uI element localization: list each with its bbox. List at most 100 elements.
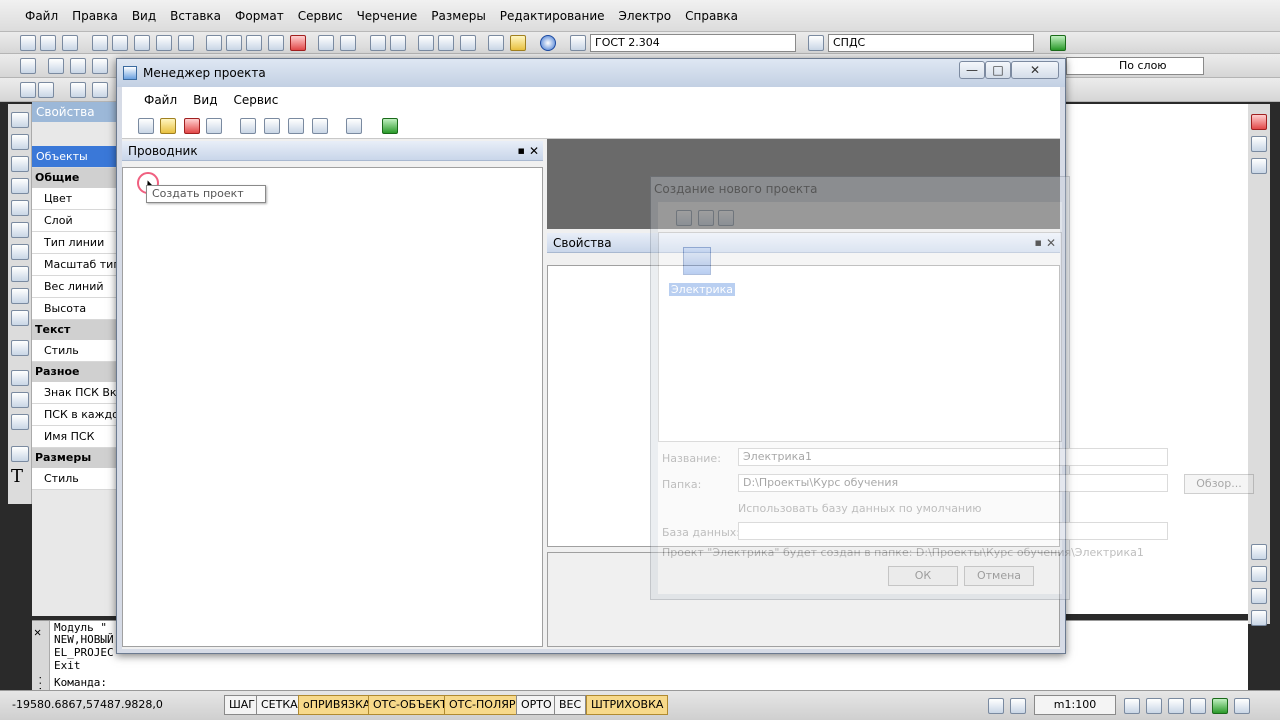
tool-palette-icon[interactable] (70, 82, 86, 98)
db-input[interactable] (738, 522, 1168, 540)
polyline-icon[interactable] (11, 156, 29, 172)
menu-insert[interactable]: Вставка (163, 0, 228, 32)
zoom-prev-icon[interactable] (438, 35, 454, 51)
close-button[interactable]: ✕ (1011, 61, 1059, 79)
delete-icon[interactable] (290, 35, 306, 51)
maximize-button[interactable]: □ (985, 61, 1011, 79)
save-icon[interactable] (62, 35, 78, 51)
settings-icon[interactable] (346, 118, 362, 134)
menu-dimensions[interactable]: Размеры (424, 0, 493, 32)
annotation-icon[interactable] (1124, 698, 1140, 714)
pm-menu-file[interactable]: Файл (136, 93, 185, 107)
copy-object-icon[interactable] (1251, 136, 1267, 152)
table-icon[interactable] (11, 446, 29, 462)
lineweight-combo[interactable]: По слою (1066, 57, 1204, 75)
text-icon[interactable]: T (11, 466, 29, 487)
list-view-icon[interactable] (698, 210, 714, 226)
status-snap[interactable]: ШАГ (224, 695, 260, 715)
cut-icon[interactable] (206, 35, 222, 51)
print-icon[interactable] (92, 35, 108, 51)
menu-draw[interactable]: Черчение (350, 0, 425, 32)
refresh-icon[interactable] (1212, 698, 1228, 714)
name-input[interactable]: Электрика1 (738, 448, 1168, 466)
close-icon[interactable]: ✕ (34, 625, 41, 639)
prop-layer[interactable]: Слой (32, 210, 118, 232)
pin-icon[interactable]: ▪ (518, 141, 525, 161)
status-lineweight[interactable]: ВЕС (554, 695, 587, 715)
print-project-icon[interactable] (288, 118, 304, 134)
status-otrack-object[interactable]: ОТС-ОБЪЕКТ (368, 695, 452, 715)
browse-button[interactable]: Обзор... (1184, 474, 1254, 494)
spline-icon[interactable] (11, 288, 29, 304)
zoom-icon[interactable] (390, 35, 406, 51)
zoom-status-icon[interactable] (1146, 698, 1162, 714)
model-icon[interactable] (988, 698, 1004, 714)
prop-ucs-icon[interactable]: Знак ПСК Вкл (32, 382, 118, 404)
category-general[interactable]: Общие (32, 168, 118, 188)
hatch-icon[interactable] (11, 414, 29, 430)
cloud-icon[interactable] (11, 266, 29, 282)
open-project-icon[interactable] (160, 118, 176, 134)
zoom-window-icon[interactable] (418, 35, 434, 51)
menu-help[interactable]: Справка (678, 0, 745, 32)
stretch-icon[interactable] (1251, 610, 1267, 626)
new-icon[interactable] (20, 35, 36, 51)
save-project-icon[interactable] (206, 118, 222, 134)
path-input[interactable]: D:\Проекты\Курс обучения (738, 474, 1168, 492)
dim-style-icon[interactable] (808, 35, 824, 51)
electro-icon[interactable] (1050, 35, 1066, 51)
category-misc[interactable]: Разное (32, 362, 118, 382)
template-item[interactable]: Электрика (669, 283, 736, 296)
ellipse-icon[interactable] (11, 310, 29, 326)
prop-text-style[interactable]: Стиль (32, 340, 118, 362)
default-db-checkbox[interactable]: Использовать базу данных по умолчанию (738, 502, 982, 515)
menu-file[interactable]: Файл (18, 0, 65, 32)
undo-icon[interactable] (318, 35, 334, 51)
paste-icon[interactable] (246, 35, 262, 51)
status-osnap[interactable]: оПРИВЯЗКА (298, 695, 376, 715)
details-view-icon[interactable] (718, 210, 734, 226)
no-icon[interactable] (92, 58, 108, 74)
command-prompt[interactable]: Команда: (54, 676, 107, 689)
ucs-icon[interactable] (48, 58, 64, 74)
menu-format[interactable]: Формат (228, 0, 291, 32)
close-project-icon[interactable] (184, 118, 200, 134)
xline-icon[interactable] (11, 134, 29, 150)
text-style-combo[interactable]: ГОСТ 2.304 (590, 34, 796, 52)
pan-icon[interactable] (370, 35, 386, 51)
prop-ltscale[interactable]: Масштаб типа (32, 254, 118, 276)
menu-edit[interactable]: Правка (65, 0, 125, 32)
prop-lineweight[interactable]: Вес линий (32, 276, 118, 298)
template-icon[interactable] (683, 247, 711, 275)
copy-icon[interactable] (226, 35, 242, 51)
minimize-button[interactable]: — (959, 61, 985, 79)
window-status-icon[interactable] (1168, 698, 1184, 714)
add-icon[interactable] (382, 118, 398, 134)
menu-tools[interactable]: Сервис (291, 0, 350, 32)
new-project-icon[interactable] (138, 118, 154, 134)
close-icon[interactable]: ✕ (529, 141, 539, 161)
props-icon[interactable] (20, 82, 36, 98)
template-list[interactable]: Электрика (658, 232, 1062, 442)
menu-view[interactable]: Вид (125, 0, 163, 32)
mirror-icon[interactable] (1251, 158, 1267, 174)
status-grid[interactable]: СЕТКА (256, 695, 303, 715)
project-props-icon[interactable] (240, 118, 256, 134)
zoom-extents-icon[interactable] (460, 35, 476, 51)
category-text[interactable]: Текст (32, 320, 118, 340)
block-icon[interactable] (11, 340, 29, 356)
open-icon[interactable] (40, 35, 56, 51)
line-icon[interactable] (11, 112, 29, 128)
menu-modify[interactable]: Редактирование (493, 0, 612, 32)
menu-electro[interactable]: Электро (612, 0, 679, 32)
preview-icon[interactable] (112, 35, 128, 51)
layers-icon[interactable] (20, 58, 36, 74)
help-icon[interactable] (540, 35, 556, 51)
pencil-icon[interactable] (510, 35, 526, 51)
plot-icon[interactable] (156, 35, 172, 51)
prop-height[interactable]: Высота (32, 298, 118, 320)
circle-icon[interactable] (11, 244, 29, 260)
publish-icon[interactable] (134, 35, 150, 51)
pm-menu-tools[interactable]: Сервис (225, 93, 286, 107)
scale-combo[interactable]: m1:100 (1034, 695, 1116, 715)
